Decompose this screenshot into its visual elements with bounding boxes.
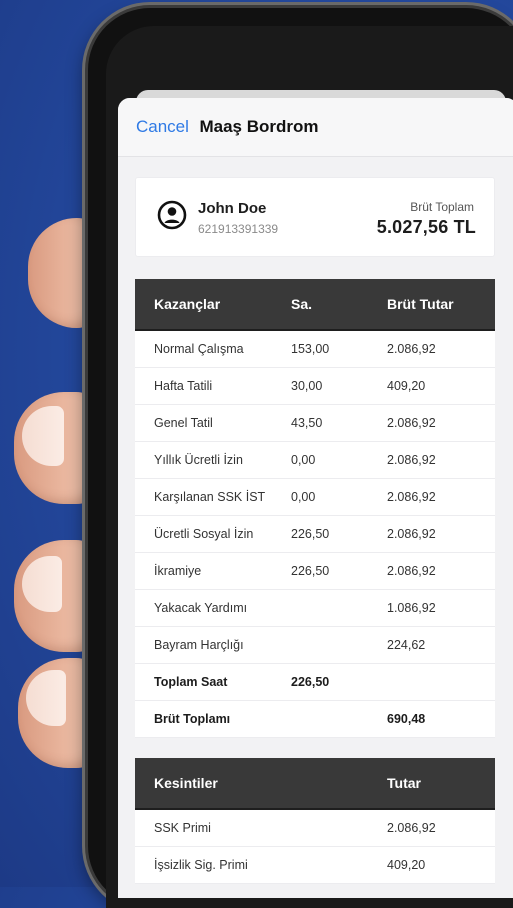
table-header-row: Kazançlar Sa. Brüt Tutar xyxy=(135,279,495,331)
gross-total-label: Brüt Toplam xyxy=(410,200,474,214)
table-cell: İkramiye xyxy=(135,552,291,590)
user-name: John Doe xyxy=(198,200,267,217)
table-row: Karşılanan SSK İST 0,00 2.086,92 xyxy=(135,478,495,516)
deductions-table: Kesintiler Tutar SSK Primi 2.086,92 İşsizl… xyxy=(135,758,495,884)
table-cell xyxy=(291,700,387,738)
table-cell xyxy=(291,809,387,847)
table-cell: 224,62 xyxy=(387,626,495,664)
user-summary-card: John Doe 621913391339 Brüt Toplam 5.027,… xyxy=(135,177,495,257)
column-header: Kesintiler xyxy=(135,758,291,810)
table-cell: 226,50 xyxy=(291,663,387,701)
column-header xyxy=(291,758,387,810)
table-row: Ücretli Sosyal İzin 226,50 2.086,92 xyxy=(135,515,495,553)
table-cell: 2.086,92 xyxy=(387,809,495,847)
table-cell: 226,50 xyxy=(291,515,387,553)
modal-sheet: Cancel Maaş Bordrom John Doe 62191339133… xyxy=(118,98,513,898)
phone-screen: Cancel Maaş Bordrom John Doe 62191339133… xyxy=(106,26,513,908)
table-cell: 0,00 xyxy=(291,478,387,516)
gross-total-value: 5.027,56 TL xyxy=(376,217,476,237)
cancel-button[interactable]: Cancel xyxy=(136,117,189,137)
table-row: Hafta Tatili 30,00 409,20 xyxy=(135,367,495,405)
table-cell: Normal Çalışma xyxy=(135,330,291,368)
table-cell xyxy=(387,663,495,701)
table-row: İkramiye 226,50 2.086,92 xyxy=(135,552,495,590)
table-row: Normal Çalışma 153,00 2.086,92 xyxy=(135,330,495,368)
table-cell: SSK Primi xyxy=(135,809,291,847)
table-cell: 409,20 xyxy=(387,846,495,884)
table-row: SSK Primi 2.086,92 xyxy=(135,809,495,847)
table-cell: 2.086,92 xyxy=(387,330,495,368)
fingernail xyxy=(22,556,62,612)
table-cell: Bayram Harçlığı xyxy=(135,626,291,664)
table-cell: 2.086,92 xyxy=(387,441,495,479)
table-cell: 409,20 xyxy=(387,367,495,405)
table-cell: Genel Tatil xyxy=(135,404,291,442)
fingernail xyxy=(22,406,64,466)
payslip-content: John Doe 621913391339 Brüt Toplam 5.027,… xyxy=(135,177,495,884)
table-cell: 0,00 xyxy=(291,441,387,479)
table-cell: 153,00 xyxy=(291,330,387,368)
column-header: Brüt Tutar xyxy=(387,279,495,331)
table-cell: Ücretli Sosyal İzin xyxy=(135,515,291,553)
column-header: Kazançlar xyxy=(135,279,291,331)
column-header: Sa. xyxy=(291,279,387,331)
table-row: İşsizlik Sig. Primi 409,20 xyxy=(135,846,495,884)
table-cell: 30,00 xyxy=(291,367,387,405)
table-cell: Yıllık Ücretli İzin xyxy=(135,441,291,479)
fingernail xyxy=(26,670,66,726)
user-id: 621913391339 xyxy=(198,222,279,236)
table-row: Brüt Toplamı 690,48 xyxy=(135,700,495,738)
table-header-row: Kesintiler Tutar xyxy=(135,758,495,810)
table-cell xyxy=(291,626,387,664)
table-row: Yıllık Ücretli İzin 0,00 2.086,92 xyxy=(135,441,495,479)
table-cell: Karşılanan SSK İST xyxy=(135,478,291,516)
table-row: Genel Tatil 43,50 2.086,92 xyxy=(135,404,495,442)
table-cell: 1.086,92 xyxy=(387,589,495,627)
table-cell: 43,50 xyxy=(291,404,387,442)
table-cell: İşsizlik Sig. Primi xyxy=(135,846,291,884)
table-cell: 2.086,92 xyxy=(387,515,495,553)
table-cell: 2.086,92 xyxy=(387,404,495,442)
table-cell: Toplam Saat xyxy=(135,663,291,701)
table-cell: 2.086,92 xyxy=(387,552,495,590)
table-row: Toplam Saat 226,50 xyxy=(135,663,495,701)
column-header: Tutar xyxy=(387,758,495,810)
table-cell xyxy=(291,589,387,627)
table-cell xyxy=(291,846,387,884)
table-cell: Hafta Tatili xyxy=(135,367,291,405)
table-cell: Brüt Toplamı xyxy=(135,700,291,738)
table-cell: Yakacak Yardımı xyxy=(135,589,291,627)
phone-frame: Cancel Maaş Bordrom John Doe 62191339133… xyxy=(88,8,513,908)
table-cell: 690,48 xyxy=(387,700,495,738)
table-cell: 2.086,92 xyxy=(387,478,495,516)
table-cell: 226,50 xyxy=(291,552,387,590)
earnings-table: Kazançlar Sa. Brüt Tutar Normal Çalışma 1… xyxy=(135,279,495,738)
table-row: Yakacak Yardımı 1.086,92 xyxy=(135,589,495,627)
table-row: Bayram Harçlığı 224,62 xyxy=(135,626,495,664)
navigation-bar: Cancel Maaş Bordrom xyxy=(118,98,513,157)
user-circle-icon xyxy=(157,200,187,230)
